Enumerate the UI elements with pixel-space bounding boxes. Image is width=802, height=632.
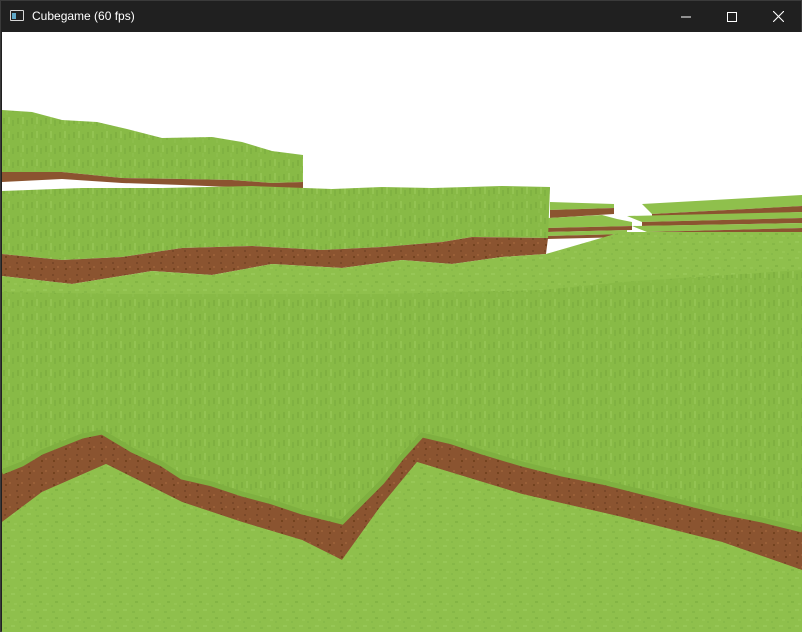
- window-app-icon: [10, 10, 24, 21]
- minimize-button[interactable]: [663, 1, 709, 32]
- game-window: Cubegame (60 fps): [0, 0, 802, 632]
- close-icon: [772, 11, 784, 22]
- minimize-icon: [681, 16, 691, 17]
- window-title: Cubegame (60 fps): [32, 9, 135, 23]
- close-button[interactable]: [755, 1, 801, 32]
- game-viewport[interactable]: [2, 32, 802, 632]
- voxel-terrain-scene: [2, 32, 802, 632]
- title-bar[interactable]: Cubegame (60 fps): [1, 1, 801, 32]
- maximize-icon: [727, 11, 737, 22]
- maximize-button[interactable]: [709, 1, 755, 32]
